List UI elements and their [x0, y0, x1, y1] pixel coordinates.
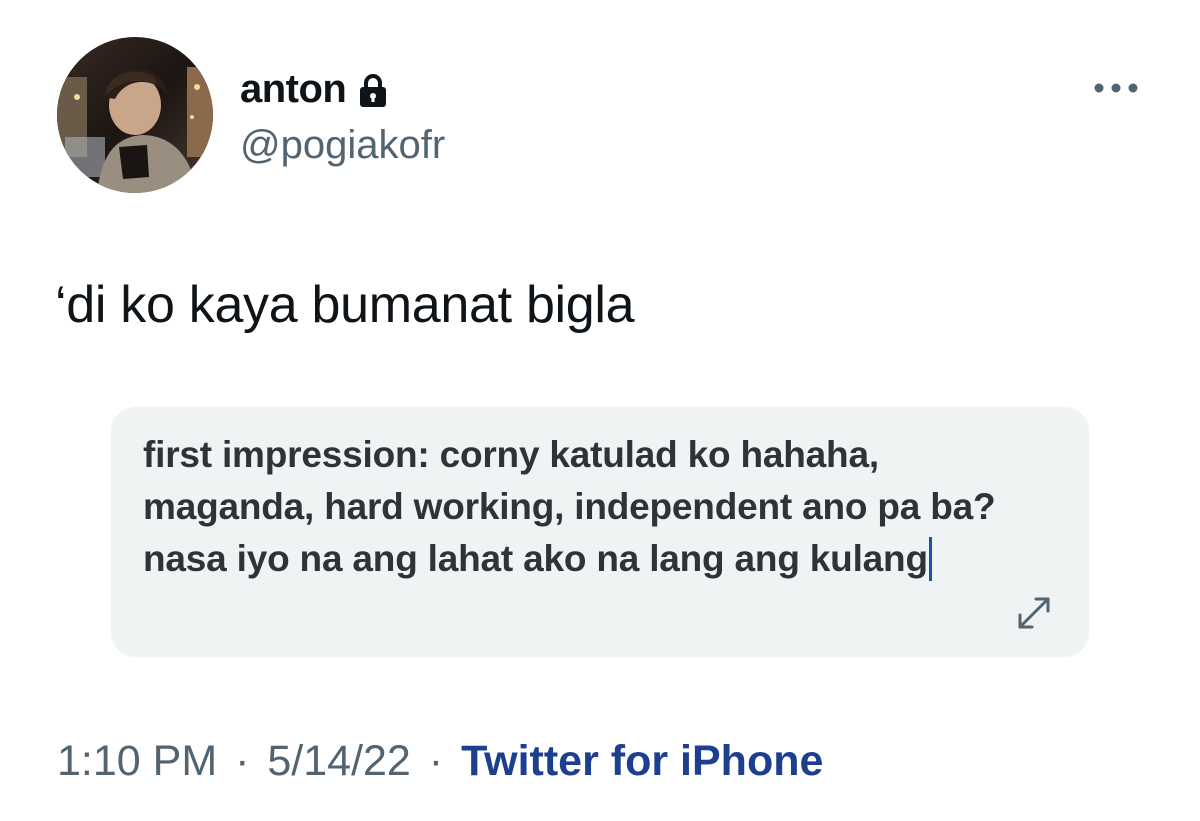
tweet: anton @pogiakofr ‘di ko kaya bumanat big… — [0, 0, 1200, 821]
handle[interactable]: @pogiakofr — [240, 120, 445, 170]
tweet-text: ‘di ko kaya bumanat bigla — [55, 276, 635, 334]
tweet-source-link[interactable]: Twitter for iPhone — [461, 737, 823, 785]
quoted-text-box: first impression: corny katulad ko hahah… — [111, 407, 1089, 657]
avatar-photo — [57, 37, 213, 193]
more-options-button[interactable] — [1086, 70, 1146, 106]
tweet-time[interactable]: 1:10 PM — [57, 737, 217, 785]
more-horizontal-icon — [1094, 83, 1138, 93]
display-name[interactable]: anton — [240, 64, 347, 114]
expand-arrows-icon[interactable] — [1011, 590, 1057, 636]
text-caret — [928, 537, 932, 581]
tweet-meta: 1:10 PM · 5/14/22 · Twitter for iPhone — [57, 736, 823, 786]
display-name-row: anton — [240, 64, 445, 114]
avatar[interactable] — [57, 37, 213, 193]
lock-icon — [358, 74, 388, 108]
meta-separator: · — [235, 737, 250, 785]
user-info: anton @pogiakofr — [240, 64, 445, 170]
quoted-text-content: first impression: corny katulad ko hahah… — [143, 434, 996, 579]
quoted-text: first impression: corny katulad ko hahah… — [143, 429, 1023, 585]
meta-separator: · — [428, 737, 444, 785]
tweet-date[interactable]: 5/14/22 — [267, 737, 410, 785]
